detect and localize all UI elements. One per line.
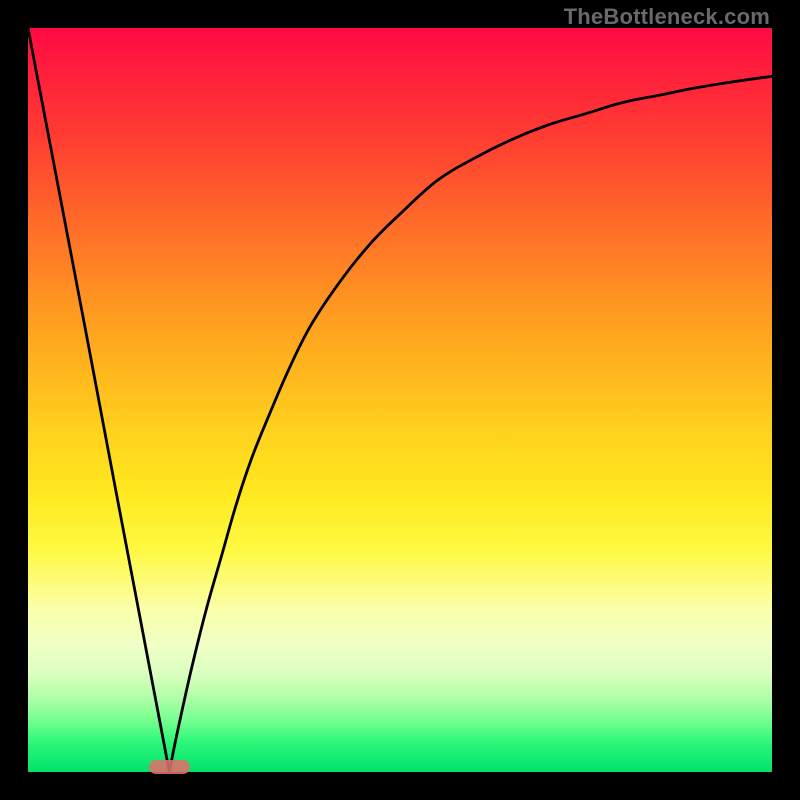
watermark-text: TheBottleneck.com xyxy=(564,4,770,30)
chart-frame: TheBottleneck.com xyxy=(0,0,800,800)
minimum-marker xyxy=(149,760,191,774)
chart-curves-svg xyxy=(28,28,772,772)
curve-left-branch xyxy=(28,28,169,772)
curve-right-branch xyxy=(169,76,772,772)
